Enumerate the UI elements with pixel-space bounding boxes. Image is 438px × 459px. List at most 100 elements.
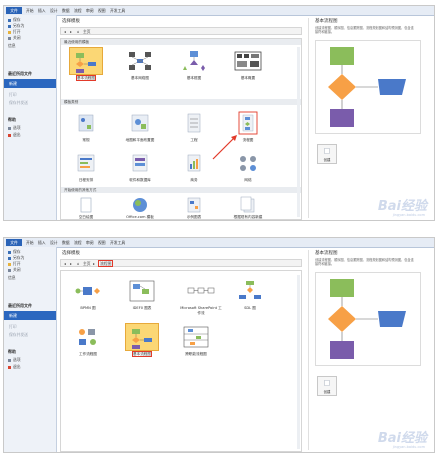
ribbon: 文件 开始 插入 设计 数据 流程 审阅 视图 开发工具 bbox=[4, 238, 434, 248]
tile-sample-diagrams[interactable]: 示例图表 bbox=[177, 194, 211, 220]
tab-design[interactable]: 设计 bbox=[50, 7, 58, 14]
sidebar-item-save[interactable]: 保存 bbox=[8, 249, 21, 254]
template-tile-cross-functional[interactable]: 跨职能流程图 bbox=[179, 323, 213, 357]
breadcrumb-flowchart[interactable]: 流程图 bbox=[97, 260, 114, 267]
scrollbar[interactable] bbox=[297, 275, 300, 449]
sidebar-item-new[interactable]: 新建 bbox=[4, 311, 56, 320]
tab-data[interactable]: 数据 bbox=[62, 7, 70, 14]
breadcrumb-home[interactable]: 主页 bbox=[83, 29, 91, 34]
flowchart-thumbnail-icon bbox=[76, 53, 96, 73]
template-panel: BPMN 图 IDEF0 图表 Microsoft SharePoint 工作流… bbox=[60, 270, 302, 452]
breadcrumb: ◂ ▸ ⌂ 主页 ▸ 流程图 bbox=[60, 259, 302, 267]
category-tile-general[interactable]: 常规 bbox=[69, 109, 103, 143]
flowchart-thumbnail-icon bbox=[132, 329, 152, 349]
template-tile-basic-flowchart[interactable]: 基本流程图 bbox=[125, 323, 159, 357]
tile-label: 根据现有内容新建 bbox=[233, 215, 263, 219]
sidebar-item-open[interactable]: 打开 bbox=[8, 261, 21, 266]
sidebar-item-save-as[interactable]: 另存为 bbox=[8, 255, 24, 260]
tab-file[interactable]: 文件 bbox=[6, 7, 22, 14]
template-tile-basic-network[interactable]: 基本网络图 bbox=[123, 47, 157, 81]
template-area: 选择模板 ◂ ▸ ⌂ 主页 最近使用的模板 基本流程图 基本网络图 基本框图 基… bbox=[60, 18, 302, 220]
template-tile-basic-block[interactable]: 基本框图 bbox=[177, 47, 211, 81]
sidebar-item-options[interactable]: 选项 bbox=[8, 357, 21, 362]
sidebar-item-open[interactable]: 打开 bbox=[8, 29, 21, 34]
tile-blank-drawing[interactable]: 空白绘图 bbox=[69, 194, 103, 220]
tab-process[interactable]: 流程 bbox=[74, 7, 82, 14]
tab-review[interactable]: 审阅 bbox=[86, 239, 94, 246]
home-icon[interactable]: ⌂ bbox=[77, 29, 79, 34]
open-folder-icon bbox=[8, 262, 11, 266]
tab-developer[interactable]: 开发工具 bbox=[110, 7, 125, 14]
sidebar-item-save-as[interactable]: 另存为 bbox=[8, 23, 24, 28]
save-as-icon bbox=[8, 24, 11, 28]
tab-developer[interactable]: 开发工具 bbox=[110, 239, 125, 246]
template-tile-idef0[interactable]: IDEF0 图表 bbox=[125, 277, 159, 311]
scrollbar[interactable] bbox=[297, 47, 300, 217]
category-tile-engineering[interactable]: 工程 bbox=[177, 109, 211, 143]
template-tile-work-flow[interactable]: 工作流程图 bbox=[71, 323, 105, 357]
category-tile-software-db[interactable]: 软件和数据库 bbox=[123, 149, 157, 183]
tab-insert[interactable]: 插入 bbox=[38, 7, 46, 14]
tab-insert[interactable]: 插入 bbox=[38, 239, 46, 246]
home-icon[interactable]: ⌂ bbox=[77, 261, 79, 266]
sidebar-item-options[interactable]: 选项 bbox=[8, 125, 21, 130]
tab-view[interactable]: 视图 bbox=[98, 239, 106, 246]
tab-design[interactable]: 设计 bbox=[50, 239, 58, 246]
template-tile-basic-flowchart[interactable]: 基本流程图 bbox=[69, 47, 103, 81]
sidebar-item-print[interactable]: 打印 bbox=[9, 324, 17, 330]
tile-label: 日程安排 bbox=[78, 178, 94, 182]
sidebar-item-info[interactable]: 信息 bbox=[8, 43, 16, 48]
category-tile-business[interactable]: 商务 bbox=[177, 149, 211, 183]
category-tile-schedule[interactable]: 日程安排 bbox=[69, 149, 103, 183]
sidebar-item-close[interactable]: 关闭 bbox=[8, 267, 21, 272]
template-tile-sharepoint-workflow[interactable]: Microsoft SharePoint 工作流 bbox=[179, 277, 223, 315]
sidebar-item-new[interactable]: 新建 bbox=[4, 79, 56, 88]
tile-label: 地图和平面布置图 bbox=[125, 138, 155, 142]
tab-file[interactable]: 文件 bbox=[6, 239, 22, 246]
category-tile-maps[interactable]: 地图和平面布置图 bbox=[123, 109, 157, 143]
sidebar-item-recent[interactable]: 最近所用文件 bbox=[8, 71, 32, 77]
template-tile-bpmn[interactable]: BPMN 图 bbox=[71, 277, 105, 311]
watermark-url: jingyan.baidu.com bbox=[392, 213, 425, 217]
tab-home[interactable]: 开始 bbox=[26, 7, 34, 14]
sidebar-item-save[interactable]: 保存 bbox=[8, 17, 21, 22]
sidebar-item-exit[interactable]: 退出 bbox=[8, 132, 21, 137]
sidebar-item-save-send[interactable]: 保存并发送 bbox=[9, 100, 28, 106]
template-tile-sdl[interactable]: SDL 图 bbox=[233, 277, 267, 311]
sidebar-item-print[interactable]: 打印 bbox=[9, 92, 17, 98]
preview-description: 创建流程图、顺序图、信息跟踪图、流程规划图和结构预测图，包含连接符和链接。 bbox=[315, 258, 414, 266]
forward-arrow-icon[interactable]: ▸ bbox=[70, 261, 72, 266]
breadcrumb-home[interactable]: 主页 bbox=[83, 261, 91, 266]
save-as-icon bbox=[8, 256, 11, 260]
sidebar-item-recent[interactable]: 最近所用文件 bbox=[8, 303, 32, 309]
sidebar-item-help[interactable]: 帮助 bbox=[8, 349, 16, 355]
tile-office-templates[interactable]: Office.com 模板 bbox=[123, 194, 157, 220]
tile-label: 跨职能流程图 bbox=[185, 352, 207, 356]
network-category-icon bbox=[240, 156, 256, 171]
tab-home[interactable]: 开始 bbox=[26, 239, 34, 246]
sidebar-item-close[interactable]: 关闭 bbox=[8, 35, 21, 40]
category-tile-network[interactable]: 网络 bbox=[231, 149, 265, 183]
preview-flowchart-image bbox=[315, 40, 421, 134]
sidebar-item-help[interactable]: 帮助 bbox=[8, 117, 16, 123]
tab-view[interactable]: 视图 bbox=[98, 7, 106, 14]
sdl-thumbnail-icon bbox=[239, 281, 261, 299]
forward-arrow-icon[interactable]: ▸ bbox=[70, 29, 72, 34]
section-recent-templates: 最近使用的模板 bbox=[61, 39, 301, 45]
create-button[interactable]: 创建 bbox=[317, 144, 337, 164]
tile-new-from-existing[interactable]: 根据现有内容新建 bbox=[231, 194, 265, 220]
back-arrow-icon[interactable]: ◂ bbox=[64, 261, 66, 266]
page-title: 选择模板 bbox=[62, 251, 80, 256]
create-button-label: 创建 bbox=[323, 158, 331, 162]
tab-data[interactable]: 数据 bbox=[62, 239, 70, 246]
back-arrow-icon[interactable]: ◂ bbox=[64, 29, 66, 34]
tab-review[interactable]: 审阅 bbox=[86, 7, 94, 14]
sidebar-item-save-send[interactable]: 保存并发送 bbox=[9, 332, 28, 338]
tab-process[interactable]: 流程 bbox=[74, 239, 82, 246]
save-icon bbox=[8, 250, 11, 254]
sidebar-item-info[interactable]: 信息 bbox=[8, 275, 16, 280]
template-tile-basic-outline[interactable]: 基本概要 bbox=[231, 47, 265, 81]
sidebar-item-exit[interactable]: 退出 bbox=[8, 364, 21, 369]
tile-label: 基本流程图 bbox=[132, 351, 152, 357]
create-button[interactable]: 创建 bbox=[317, 376, 337, 396]
